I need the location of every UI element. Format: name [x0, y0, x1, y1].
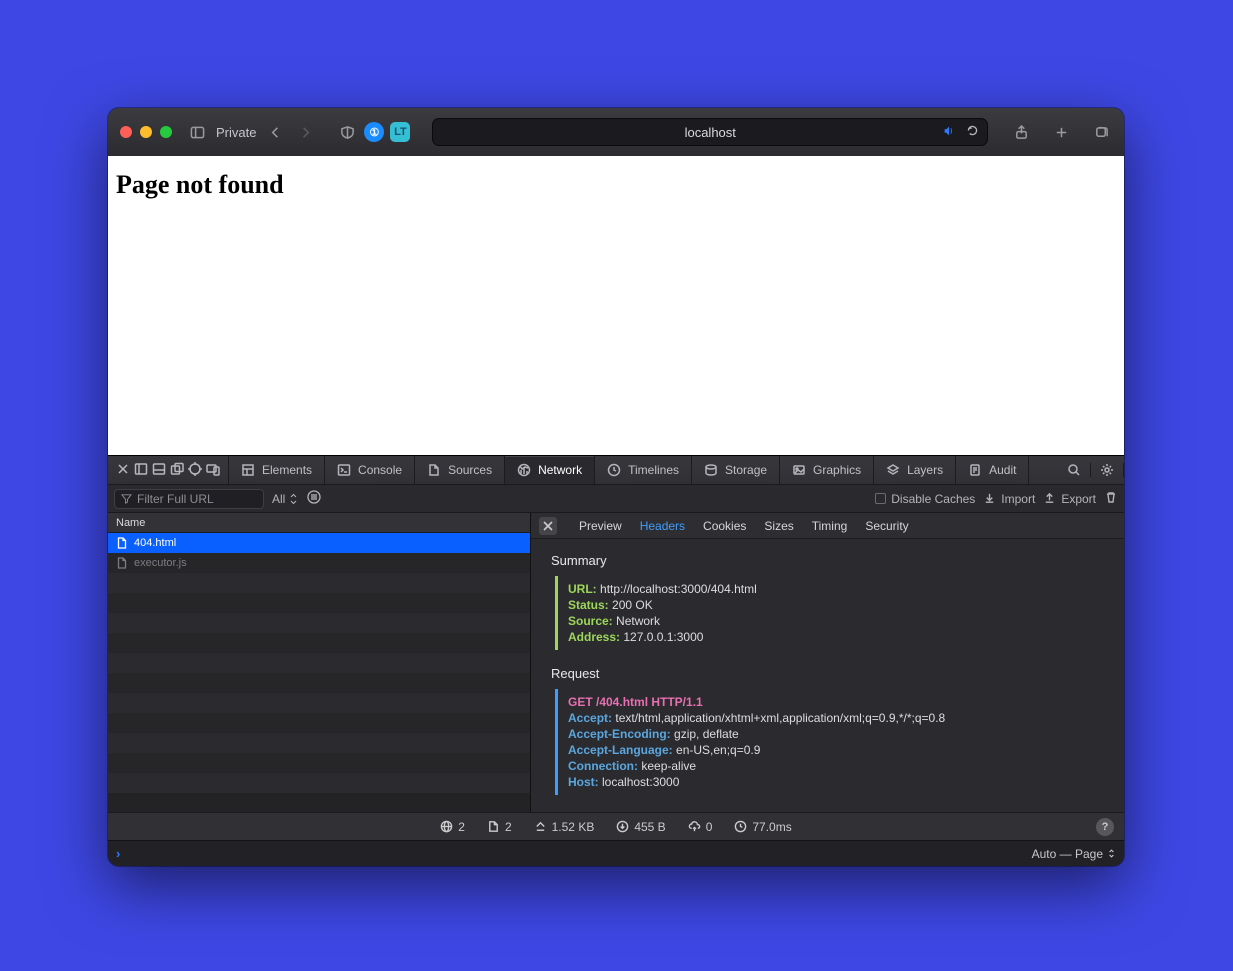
tab-graphics[interactable]: Graphics — [780, 456, 874, 484]
help-icon[interactable]: ? — [1096, 818, 1114, 836]
tab-timelines[interactable]: Timelines — [595, 456, 692, 484]
tab-sources[interactable]: Sources — [415, 456, 505, 484]
dock-left-icon[interactable] — [134, 462, 148, 479]
tab-audit[interactable]: Audit — [956, 456, 1029, 484]
network-row — [108, 673, 530, 693]
network-row — [108, 753, 530, 773]
devtools: Elements Console Sources Network Timelin… — [108, 455, 1124, 866]
network-details-panel: Preview Headers Cookies Sizes Timing Sec… — [531, 513, 1124, 812]
sound-icon[interactable] — [942, 124, 956, 141]
console-footer: › Auto — Page — [108, 840, 1124, 866]
details-tabbar: Preview Headers Cookies Sizes Timing Sec… — [531, 513, 1124, 539]
zoom-window-button[interactable] — [160, 126, 172, 138]
dock-popout-icon[interactable] — [170, 462, 184, 479]
share-icon[interactable] — [1010, 121, 1032, 143]
column-header-name[interactable]: Name — [108, 513, 530, 533]
network-row[interactable]: 404.html — [108, 533, 530, 553]
address-text: localhost — [685, 125, 736, 140]
summary-block: URL: http://localhost:3000/404.htmlStatu… — [555, 576, 1104, 650]
window-controls — [120, 126, 172, 138]
page-content: Page not found — [108, 156, 1124, 455]
minimize-window-button[interactable] — [140, 126, 152, 138]
network-request-list: Name 404.htmlexecutor.js — [108, 513, 531, 812]
extension-group: ① LT — [336, 121, 410, 143]
status-uploaded: 0 — [688, 820, 713, 834]
network-row — [108, 573, 530, 593]
close-devtools-icon[interactable] — [116, 462, 130, 479]
network-row — [108, 613, 530, 633]
status-time: 77.0ms — [734, 820, 791, 834]
summary-heading: Summary — [551, 553, 1104, 568]
inspect-element-icon[interactable] — [188, 462, 202, 479]
status-downloaded: 455 B — [616, 820, 665, 834]
filter-input[interactable]: Filter Full URL — [114, 489, 264, 509]
close-window-button[interactable] — [120, 126, 132, 138]
page-heading: Page not found — [116, 170, 1116, 200]
tab-console[interactable]: Console — [325, 456, 415, 484]
languagetool-extension-icon[interactable]: LT — [390, 122, 410, 142]
new-tab-icon[interactable] — [1050, 121, 1072, 143]
onepassword-extension-icon[interactable]: ① — [364, 122, 384, 142]
import-button[interactable]: Import — [983, 492, 1035, 506]
close-details-icon[interactable] — [539, 517, 557, 535]
dock-bottom-icon[interactable] — [152, 462, 166, 479]
browser-window: Private ① LT localhost — [108, 108, 1124, 866]
status-domains: 2 — [440, 820, 465, 834]
network-statusbar: 2 2 1.52 KB 455 B 0 77.0ms ? — [108, 812, 1124, 840]
tab-layers[interactable]: Layers — [874, 456, 956, 484]
network-row — [108, 633, 530, 653]
details-tab-security[interactable]: Security — [865, 519, 908, 533]
tab-elements[interactable]: Elements — [229, 456, 325, 484]
details-tab-timing[interactable]: Timing — [812, 519, 848, 533]
forward-button[interactable] — [294, 121, 316, 143]
titlebar: Private ① LT localhost — [108, 108, 1124, 156]
private-label: Private — [216, 125, 256, 140]
request-block: GET /404.html HTTP/1.1Accept: text/html,… — [555, 689, 1104, 795]
devtools-mini-controls — [108, 456, 229, 484]
reload-icon[interactable] — [966, 124, 979, 140]
sidebar-toggle-icon[interactable] — [186, 121, 208, 143]
console-prompt-icon[interactable]: › — [116, 846, 120, 861]
grouping-icon[interactable] — [306, 489, 322, 508]
status-transferred: 1.52 KB — [534, 820, 595, 834]
address-bar[interactable]: localhost — [432, 118, 988, 146]
network-row — [108, 693, 530, 713]
details-tab-cookies[interactable]: Cookies — [703, 519, 746, 533]
tabs-overview-icon[interactable] — [1090, 121, 1112, 143]
details-tab-sizes[interactable]: Sizes — [764, 519, 793, 533]
devtools-settings-icon[interactable] — [1091, 463, 1124, 477]
network-toolbar: Filter Full URL All Disable Caches Impor… — [108, 485, 1124, 513]
tab-network[interactable]: Network — [505, 456, 595, 484]
filter-scope-select[interactable]: All — [272, 492, 298, 506]
tab-storage[interactable]: Storage — [692, 456, 780, 484]
console-context-select[interactable]: Auto — Page — [1032, 847, 1116, 861]
network-row — [108, 773, 530, 793]
network-row — [108, 593, 530, 613]
details-tab-preview[interactable]: Preview — [579, 519, 622, 533]
devtools-tabbar: Elements Console Sources Network Timelin… — [108, 455, 1124, 485]
network-row — [108, 733, 530, 753]
network-row — [108, 713, 530, 733]
responsive-design-icon[interactable] — [206, 462, 220, 479]
status-resources: 2 — [487, 820, 512, 834]
clear-network-icon[interactable] — [1104, 490, 1118, 507]
request-heading: Request — [551, 666, 1104, 681]
export-button[interactable]: Export — [1043, 492, 1096, 506]
network-row[interactable]: executor.js — [108, 553, 530, 573]
details-tab-headers[interactable]: Headers — [640, 519, 685, 533]
network-row — [108, 653, 530, 673]
disable-caches-checkbox[interactable]: Disable Caches — [875, 492, 975, 506]
back-button[interactable] — [264, 121, 286, 143]
shield-icon[interactable] — [336, 121, 358, 143]
devtools-search-icon[interactable] — [1058, 463, 1091, 477]
